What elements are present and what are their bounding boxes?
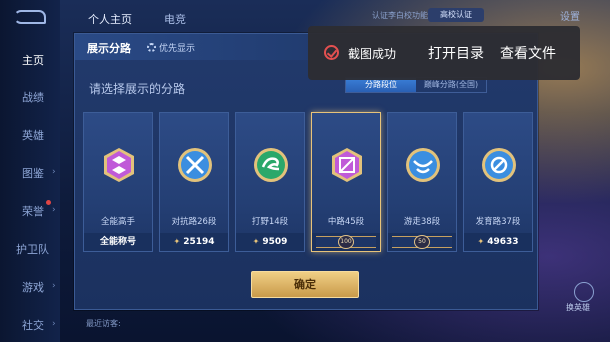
card-name: 中路45段: [327, 217, 365, 227]
priority-toggle-label: 优先显示: [159, 44, 196, 54]
top-hint: 认证李白校功能: [372, 11, 428, 20]
back-logo-icon[interactable]: [14, 10, 46, 24]
verify-badge[interactable]: 高校认证: [428, 8, 484, 22]
score-icon: ✦: [252, 237, 260, 246]
card-score: ✦ 9509: [236, 233, 304, 251]
ribbon: 100: [316, 235, 376, 249]
score-value: 49633: [487, 237, 519, 247]
confirm-button[interactable]: 确定: [251, 271, 359, 298]
card-name: 游走38段: [403, 217, 441, 227]
tab-profile[interactable]: 个人主页: [88, 11, 132, 27]
card-value: 全能称号: [84, 233, 152, 251]
open-folder-button[interactable]: 打开目录: [428, 43, 484, 63]
settings-button[interactable]: 设置: [560, 8, 580, 23]
nav-item-home[interactable]: 主页: [22, 52, 44, 68]
nav-item-game[interactable]: 游戏: [22, 279, 44, 295]
notification-dot: [46, 200, 51, 205]
nav-item-heroes[interactable]: 英雄: [22, 127, 44, 143]
gear-icon: [147, 43, 156, 52]
star-badge: 50: [414, 235, 430, 249]
card-name: 打野14段: [251, 217, 289, 227]
lane-card-roam[interactable]: 游走38段 50: [387, 112, 457, 252]
toast-message: 截图成功: [348, 47, 397, 61]
card-name: 全能高手: [100, 217, 135, 227]
segment-peak-lane[interactable]: 巅峰分路(全国): [416, 78, 486, 92]
score-icon: ✦: [477, 237, 485, 246]
chevron-right-icon: ›: [52, 205, 56, 215]
card-name: 发育路37段: [475, 217, 521, 227]
view-file-button[interactable]: 查看文件: [500, 43, 556, 63]
card-score: ✦ 49633: [464, 233, 532, 251]
tab-esports[interactable]: 电竞: [164, 11, 186, 27]
farm-lane-emblem-icon: [482, 148, 516, 182]
chevron-right-icon: ›: [52, 281, 56, 291]
lane-card-mid[interactable]: 中路45段 100: [311, 112, 381, 252]
score-icon: ✦: [173, 237, 181, 246]
panel-title: 展示分路: [87, 42, 131, 55]
nav-item-codex[interactable]: 图鉴: [22, 165, 44, 181]
check-circle-icon: [324, 45, 339, 60]
segment-lane-rank[interactable]: 分路段位: [346, 78, 416, 92]
chevron-right-icon: ›: [52, 167, 56, 177]
clash-lane-emblem-icon: [178, 148, 212, 182]
roam-emblem-icon: [406, 148, 440, 182]
swap-hero-label[interactable]: 换英雄: [566, 302, 590, 313]
score-value: 9509: [262, 237, 288, 247]
lane-card-jungle[interactable]: 打野14段 ✦ 9509: [235, 112, 305, 252]
score-value: 25194: [183, 237, 215, 247]
recent-visitors-label: 最近访客:: [86, 319, 121, 328]
nav-item-honor[interactable]: 荣誉: [22, 203, 44, 219]
mid-lane-emblem-icon: [332, 148, 362, 182]
panel-subtitle: 请选择展示的分路: [89, 82, 186, 96]
allround-emblem-icon: [104, 148, 134, 182]
screenshot-toast: 截图成功 打开目录 查看文件: [308, 26, 580, 80]
nav-item-guard[interactable]: 护卫队: [16, 241, 49, 257]
jungle-emblem-icon: [254, 148, 288, 182]
card-score: ✦ 25194: [160, 233, 228, 251]
star-badge: 100: [338, 235, 354, 249]
nav-item-social[interactable]: 社交: [22, 317, 44, 333]
lane-cards: 全能高手 全能称号 对抗路26段 ✦ 25194 打野14段 ✦ 9509 中路…: [83, 112, 533, 252]
star-ribbon: 100: [312, 233, 380, 251]
star-ribbon: 50: [388, 233, 456, 251]
chevron-right-icon: ›: [52, 319, 56, 329]
lane-card-clash[interactable]: 对抗路26段 ✦ 25194: [159, 112, 229, 252]
priority-toggle[interactable]: 优先显示: [147, 41, 195, 54]
lane-card-farm[interactable]: 发育路37段 ✦ 49633: [463, 112, 533, 252]
card-name: 对抗路26段: [171, 217, 217, 227]
left-nav: 主页 战绩 英雄 图鉴 › 荣誉 › 护卫队 游戏 › 社交 ›: [0, 0, 60, 342]
swap-hero-icon[interactable]: [574, 282, 594, 302]
nav-item-record[interactable]: 战绩: [22, 89, 44, 105]
lane-card-allround[interactable]: 全能高手 全能称号: [83, 112, 153, 252]
ribbon: 50: [392, 235, 452, 249]
